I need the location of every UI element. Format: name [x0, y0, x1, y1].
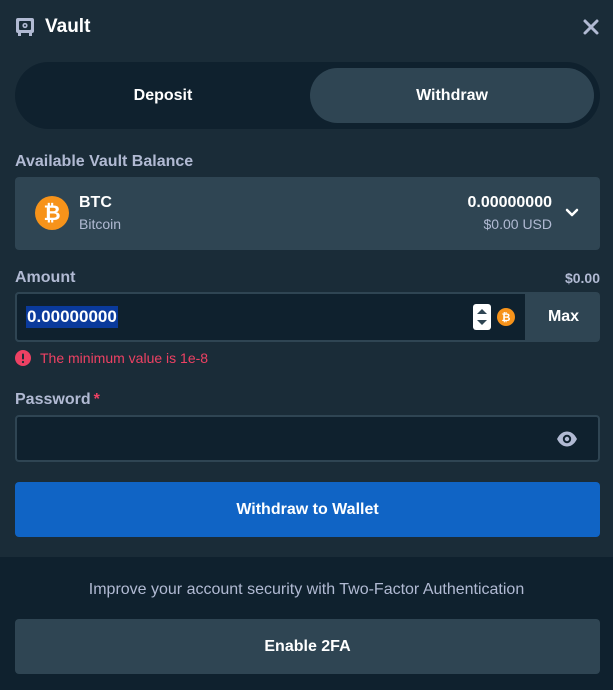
- currency-code: BTC: [79, 194, 112, 211]
- amount-stepper[interactable]: [473, 304, 491, 330]
- amount-label: Amount: [15, 269, 76, 286]
- amount-error: The minimum value is 1e-8: [15, 349, 208, 367]
- modal-footer: Improve your account security with Two-F…: [0, 557, 613, 690]
- tab-bar: Deposit Withdraw: [15, 62, 600, 129]
- modal-header: Vault: [0, 0, 613, 54]
- max-button[interactable]: Max: [527, 292, 600, 342]
- vault-modal: Vault Deposit Withdraw Available Vault B…: [0, 0, 613, 690]
- modal-title: Vault: [45, 16, 91, 37]
- vault-icon: [16, 18, 34, 36]
- amount-input[interactable]: 0.00000000 ₿: [15, 292, 527, 342]
- withdraw-to-wallet-button[interactable]: Withdraw to Wallet: [15, 482, 600, 537]
- vault-balance-label: Available Vault Balance: [15, 153, 194, 170]
- amount-usd-value: $0.00: [564, 270, 600, 286]
- password-input[interactable]: [27, 425, 547, 452]
- currency-name: Bitcoin: [79, 216, 122, 232]
- required-mark: *: [93, 391, 100, 408]
- bitcoin-icon: ₿: [35, 196, 69, 230]
- amount-input-value[interactable]: 0.00000000: [26, 306, 118, 328]
- close-icon[interactable]: [580, 16, 602, 38]
- tab-deposit[interactable]: Deposit: [21, 68, 305, 123]
- password-field: [15, 415, 600, 462]
- vault-balance-amount: 0.00000000: [467, 194, 552, 211]
- eye-icon[interactable]: [556, 430, 578, 448]
- 2fa-info-text: Improve your account security with Two-F…: [88, 581, 525, 598]
- tab-withdraw[interactable]: Withdraw: [310, 68, 594, 123]
- enable-2fa-button[interactable]: Enable 2FA: [15, 619, 600, 674]
- svg-text:₿: ₿: [502, 312, 511, 324]
- password-label-text: Password: [15, 391, 91, 408]
- vault-balance-usd: $0.00 USD: [483, 216, 552, 232]
- password-label: Password *: [15, 391, 100, 409]
- amount-error-message: The minimum value is 1e-8: [40, 350, 209, 366]
- svg-text:₿: ₿: [43, 202, 60, 225]
- currency-select[interactable]: ₿ BTC Bitcoin 0.00000000 $0.00 USD: [15, 177, 600, 250]
- amount-field-group: 0.00000000 ₿ Max: [15, 292, 600, 342]
- bitcoin-icon: ₿: [497, 308, 515, 326]
- error-icon: [15, 350, 31, 366]
- chevron-down-icon: [565, 208, 579, 217]
